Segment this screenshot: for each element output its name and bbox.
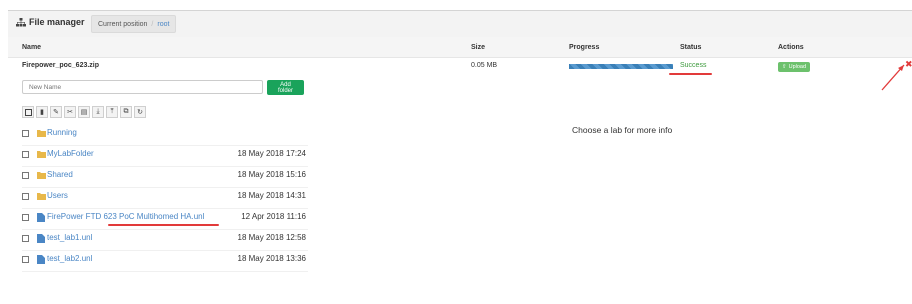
file-manager-title: File manager bbox=[16, 17, 85, 27]
clone-icon: ⧉ bbox=[123, 108, 129, 115]
file-date: 12 Apr 2018 11:16 bbox=[241, 212, 306, 221]
file-name[interactable]: Shared bbox=[47, 170, 73, 179]
export-button[interactable]: ⤒ bbox=[106, 106, 118, 118]
breadcrumb-label: Current position bbox=[98, 20, 148, 28]
list-item[interactable]: Users 18 May 2018 14:31 bbox=[22, 187, 308, 209]
row-checkbox[interactable] bbox=[22, 214, 29, 221]
lab-file-icon bbox=[37, 213, 45, 222]
refresh-button[interactable]: ↻ bbox=[134, 106, 146, 118]
lab-file-icon bbox=[37, 255, 45, 264]
file-name[interactable]: test_lab2.unl bbox=[47, 254, 92, 263]
list-item[interactable]: MyLabFolder 18 May 2018 17:24 bbox=[22, 145, 308, 167]
file-date: 18 May 2018 17:24 bbox=[237, 149, 307, 158]
new-file-button[interactable]: ▮ bbox=[36, 106, 48, 118]
row-checkbox[interactable] bbox=[22, 130, 29, 137]
upload-button-label: Upload bbox=[788, 64, 807, 70]
breadcrumb-separator: / bbox=[151, 20, 154, 28]
file-toolbar: ▮ ✎ ✂ ▤ ⤓ ⤒ ⧉ ↻ bbox=[22, 106, 146, 118]
checkbox-icon bbox=[24, 108, 32, 116]
upload-file-name: Firepower_poc_623.zip bbox=[22, 62, 100, 69]
upload-status: Success bbox=[680, 62, 707, 69]
row-checkbox[interactable] bbox=[22, 256, 29, 263]
column-actions: Actions bbox=[778, 44, 804, 51]
list-item[interactable]: Shared 18 May 2018 15:16 bbox=[22, 166, 308, 188]
add-folder-button[interactable]: Add folder bbox=[267, 80, 304, 95]
upload-progress-fill bbox=[569, 64, 673, 69]
file-name[interactable]: test_lab1.unl bbox=[47, 233, 92, 242]
new-name-input[interactable] bbox=[22, 80, 263, 94]
file-name[interactable]: MyLabFolder bbox=[47, 149, 94, 158]
row-checkbox[interactable] bbox=[22, 172, 29, 179]
column-name: Name bbox=[22, 44, 42, 51]
list-item[interactable]: Running bbox=[22, 124, 308, 146]
refresh-icon: ↻ bbox=[137, 109, 143, 116]
file-manager-header: File manager Current position / root bbox=[8, 11, 912, 38]
folder-icon bbox=[37, 193, 46, 200]
file-date: 18 May 2018 13:36 bbox=[237, 254, 307, 263]
folder-icon bbox=[37, 130, 46, 137]
annotation-underline-file bbox=[108, 224, 219, 226]
trash-icon: ▤ bbox=[80, 109, 88, 116]
upload-button[interactable]: ⇧ Upload bbox=[778, 62, 811, 72]
sitemap-icon bbox=[16, 17, 26, 26]
annotation-underline-status bbox=[669, 73, 712, 75]
file-name[interactable]: Running bbox=[47, 128, 77, 137]
upload-icon: ⤒ bbox=[110, 108, 114, 115]
annotation-arrow bbox=[881, 64, 905, 91]
column-size: Size bbox=[471, 44, 486, 51]
delete-button[interactable]: ▤ bbox=[78, 106, 90, 118]
pencil-icon: ✎ bbox=[53, 109, 59, 116]
folder-icon bbox=[37, 151, 46, 158]
scissors-icon: ✂ bbox=[67, 109, 73, 116]
page-title: File manager bbox=[29, 17, 85, 27]
list-item[interactable]: FirePower FTD 623 PoC Multihomed HA.unl … bbox=[22, 208, 308, 230]
upload-file-size: 0.05 MB bbox=[471, 62, 498, 69]
list-item[interactable]: test_lab2.unl 18 May 2018 13:36 bbox=[22, 250, 308, 272]
cut-button[interactable]: ✂ bbox=[64, 106, 76, 118]
list-item[interactable]: test_lab1.unl 18 May 2018 12:58 bbox=[22, 229, 308, 251]
file-name[interactable]: FirePower FTD 623 PoC Multihomed HA.unl bbox=[47, 212, 204, 221]
breadcrumb: Current position / root bbox=[91, 15, 177, 33]
clone-button[interactable]: ⧉ bbox=[120, 106, 132, 118]
lab-file-icon bbox=[37, 234, 45, 243]
file-name[interactable]: Users bbox=[47, 191, 68, 200]
file-date: 18 May 2018 14:31 bbox=[237, 191, 307, 200]
row-checkbox[interactable] bbox=[22, 151, 29, 158]
column-progress: Progress bbox=[569, 44, 600, 51]
file-icon: ▮ bbox=[40, 109, 44, 116]
download-icon: ⤓ bbox=[96, 108, 100, 115]
file-date: 18 May 2018 12:58 bbox=[237, 233, 307, 242]
column-status: Status bbox=[680, 44, 702, 51]
upload-table-header bbox=[8, 37, 912, 58]
upload-progress-bar bbox=[569, 64, 673, 69]
folder-icon bbox=[37, 172, 46, 179]
file-date: 18 May 2018 15:16 bbox=[237, 170, 307, 179]
row-checkbox[interactable] bbox=[22, 235, 29, 242]
select-all-button[interactable] bbox=[22, 106, 34, 118]
row-checkbox[interactable] bbox=[22, 193, 29, 200]
lab-info-message: Choose a lab for more info bbox=[572, 125, 673, 135]
upload-icon: ⇧ bbox=[782, 64, 787, 70]
import-button[interactable]: ⤓ bbox=[92, 106, 104, 118]
edit-button[interactable]: ✎ bbox=[50, 106, 62, 118]
breadcrumb-root-link[interactable]: root bbox=[157, 21, 169, 28]
